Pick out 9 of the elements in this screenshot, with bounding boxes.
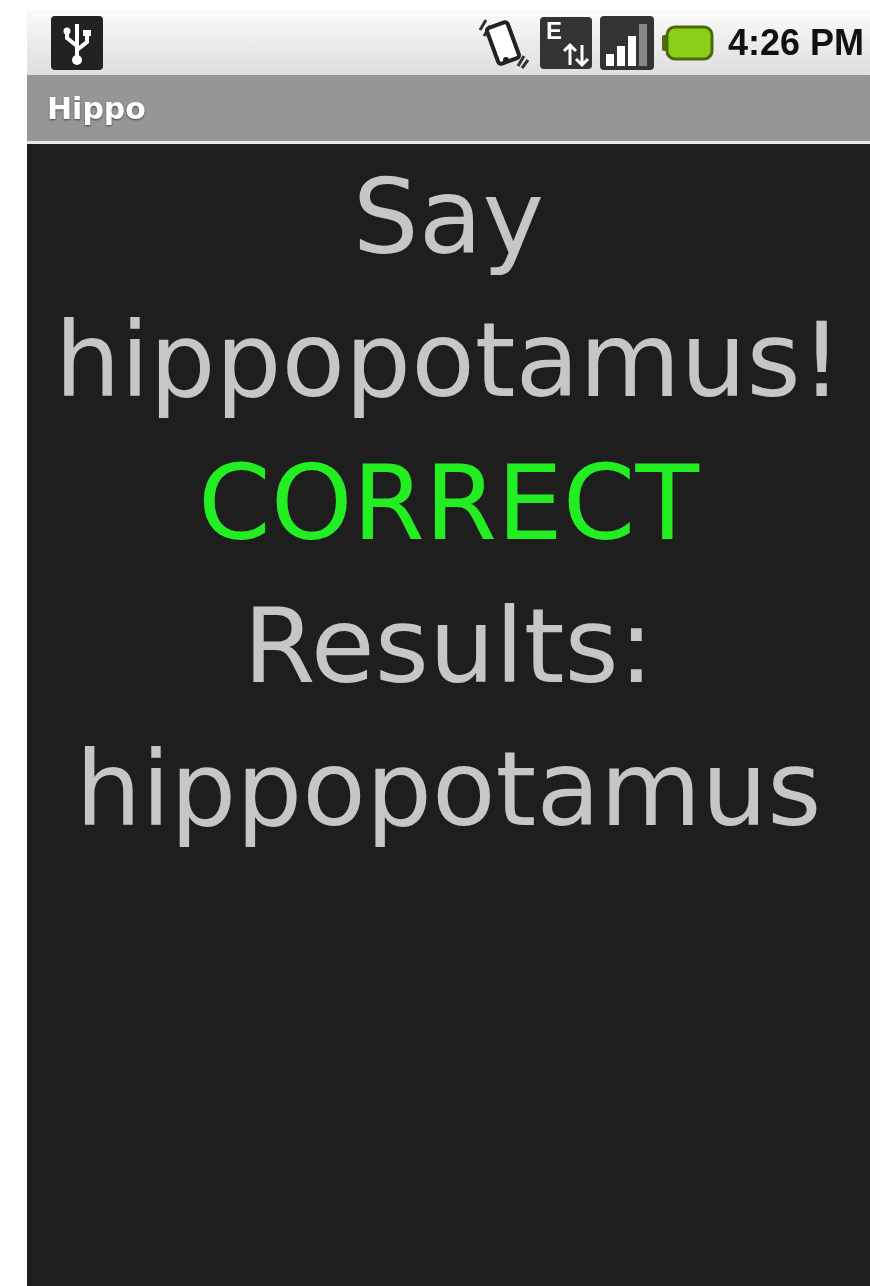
data-network-icon: E [539,16,592,69]
app-title: Hippo [47,90,146,126]
signal-icon [599,15,654,70]
results-text: Results: hippopotamus [74,584,823,852]
clock-time: 4:26 PM [727,21,864,64]
result-status: CORRECT [198,441,699,566]
battery-icon [661,24,714,61]
prompt-text: Say hippopotamus! [53,155,844,423]
usb-icon [51,15,103,70]
